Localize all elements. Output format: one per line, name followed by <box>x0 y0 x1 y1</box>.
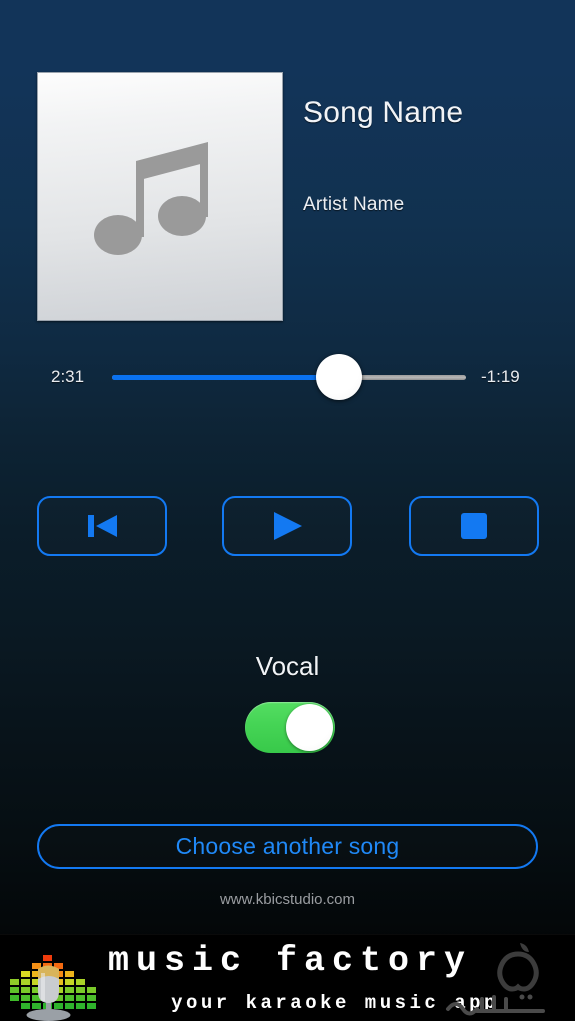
play-button[interactable] <box>222 496 352 556</box>
vocal-toggle-switch[interactable] <box>245 702 335 753</box>
progress-track-fill <box>112 375 339 380</box>
stop-button[interactable] <box>409 496 539 556</box>
play-icon <box>269 509 305 543</box>
choose-another-song-label: Choose another song <box>175 833 400 859</box>
remaining-time-label: -1:19 <box>481 367 520 386</box>
ad-banner-title: music factory <box>107 941 473 981</box>
song-title: Song Name <box>303 96 464 129</box>
sibapp-watermark <box>444 987 564 1021</box>
microphone-equalizer-icon <box>8 939 104 1021</box>
playback-scrubber[interactable]: 2:31 -1:19 <box>0 354 575 402</box>
progress-track[interactable] <box>112 354 466 400</box>
vocal-toggle-knob <box>286 704 333 751</box>
choose-another-song-button[interactable]: Choose another song <box>37 824 538 869</box>
previous-track-icon <box>82 510 122 542</box>
artist-name: Artist Name <box>303 194 405 215</box>
vocal-label: Vocal <box>255 651 320 681</box>
website-link[interactable]: www.kbicstudio.com <box>0 891 575 908</box>
elapsed-time-label: 2:31 <box>51 367 85 386</box>
music-note-icon <box>80 117 240 277</box>
album-art[interactable] <box>37 72 283 321</box>
previous-track-button[interactable] <box>37 496 167 556</box>
ad-banner[interactable]: music factory your karaoke music app <box>0 934 575 1021</box>
progress-thumb[interactable] <box>315 354 362 400</box>
music-player-screen: Song Name Artist Name 2:31 -1:19 Vocal C… <box>0 0 575 1021</box>
stop-icon <box>459 511 489 541</box>
